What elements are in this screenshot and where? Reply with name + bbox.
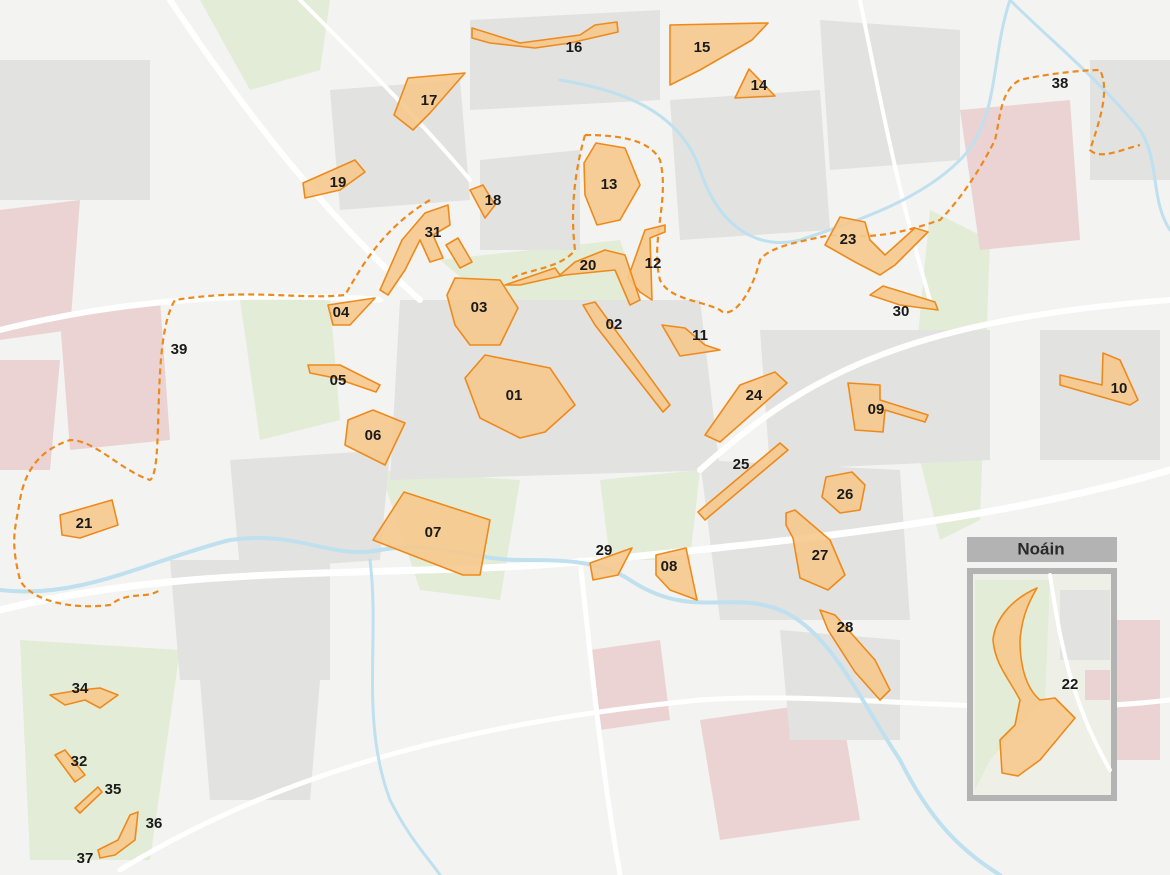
inset-industrial: [1085, 670, 1110, 700]
zone-label-03: 03: [471, 299, 488, 316]
zone-label-21: 21: [76, 515, 93, 532]
inset-title: Noáin: [1017, 539, 1064, 558]
zone-label-10: 10: [1111, 380, 1128, 397]
zone-label-11: 11: [692, 327, 708, 344]
zone-label-05: 05: [330, 372, 347, 389]
zone-label-12: 12: [645, 255, 662, 272]
zone-label-19: 19: [330, 174, 347, 191]
zone-label-39: 39: [171, 341, 188, 358]
zone-label-26: 26: [837, 486, 854, 503]
inset-map-noain[interactable]: Noáin 22: [967, 537, 1117, 801]
zone-label-22: 22: [1062, 676, 1079, 693]
inset-block: [1060, 590, 1110, 660]
zone-label-15: 15: [694, 39, 711, 56]
zone-label-30: 30: [893, 303, 910, 320]
zone-label-38: 38: [1052, 75, 1069, 92]
zone-label-08: 08: [661, 558, 678, 575]
zone-label-09: 09: [868, 401, 885, 418]
zone-label-25: 25: [733, 456, 750, 473]
zone-label-31: 31: [425, 224, 442, 241]
zone-label-13: 13: [601, 176, 618, 193]
city-map[interactable]: 01 02 03 04 05 06 07 08 09 10 11 12 13 1…: [0, 0, 1170, 875]
zone-label-36: 36: [146, 815, 163, 832]
zone-label-02: 02: [606, 316, 623, 333]
zone-label-23: 23: [840, 231, 857, 248]
zone-label-20: 20: [580, 257, 597, 274]
zone-label-01: 01: [506, 387, 523, 404]
zone-label-28: 28: [837, 619, 854, 636]
zone-label-18: 18: [485, 192, 502, 209]
zone-label-35: 35: [105, 781, 122, 798]
zone-label-24: 24: [746, 387, 763, 404]
zone-label-27: 27: [812, 547, 829, 564]
zone-label-06: 06: [365, 427, 382, 444]
zone-label-17: 17: [421, 92, 438, 109]
zone-label-14: 14: [751, 77, 768, 94]
zone-label-07: 07: [425, 524, 442, 541]
zone-label-32: 32: [71, 753, 88, 770]
zone-label-37: 37: [77, 850, 94, 867]
zone-label-34: 34: [72, 680, 89, 697]
zone-label-29: 29: [596, 542, 613, 559]
zone-label-04: 04: [333, 304, 350, 321]
zone-label-16: 16: [566, 39, 583, 56]
